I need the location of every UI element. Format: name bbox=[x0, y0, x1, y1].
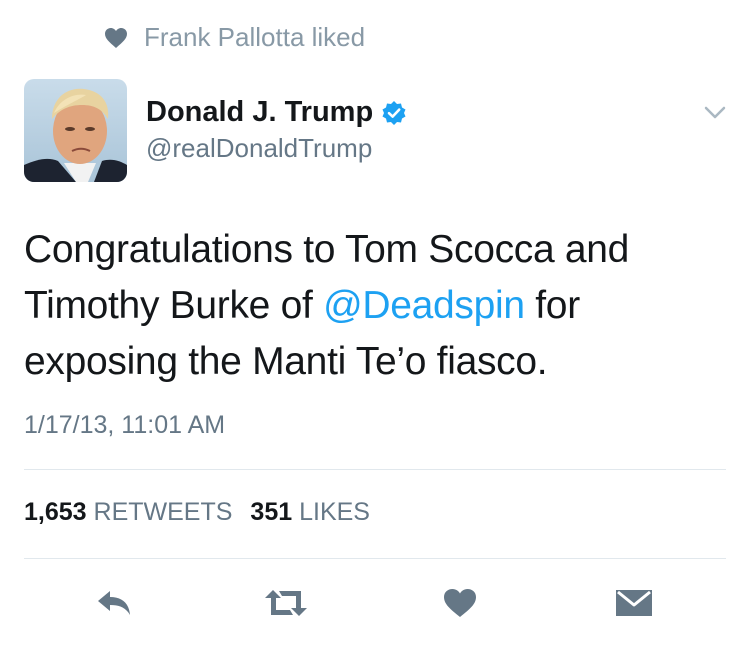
heart-icon bbox=[105, 27, 127, 48]
author-block[interactable]: Donald J. Trump @realDonaldTrump bbox=[146, 96, 407, 164]
retweet-button[interactable] bbox=[256, 578, 316, 628]
timestamp[interactable]: 1/17/13, 11:01 AM bbox=[24, 411, 225, 440]
likes-label: LIKES bbox=[299, 498, 370, 526]
action-bar bbox=[0, 578, 750, 628]
divider bbox=[24, 469, 726, 470]
likes-stat[interactable]: 351 LIKES bbox=[250, 498, 370, 526]
avatar[interactable] bbox=[24, 79, 127, 182]
reply-button[interactable] bbox=[84, 578, 144, 628]
retweet-icon bbox=[265, 590, 307, 616]
divider bbox=[24, 558, 726, 559]
display-name[interactable]: Donald J. Trump bbox=[146, 96, 373, 129]
engagement-stats: 1,653 RETWEETS 351 LIKES bbox=[24, 498, 370, 527]
mention-link[interactable]: @Deadspin bbox=[323, 284, 525, 327]
verified-badge-icon bbox=[382, 100, 406, 125]
likes-count: 351 bbox=[250, 498, 293, 526]
social-context: Frank Pallotta liked bbox=[104, 22, 365, 53]
handle: @realDonaldTrump bbox=[146, 133, 373, 163]
retweets-count: 1,653 bbox=[24, 498, 87, 526]
chevron-down-icon[interactable] bbox=[704, 106, 726, 120]
message-icon bbox=[616, 590, 652, 616]
tweet-text: Congratulations to Tom Scocca and Timoth… bbox=[24, 222, 724, 390]
like-icon bbox=[444, 589, 476, 617]
social-context-label: Frank Pallotta liked bbox=[144, 22, 366, 52]
like-button[interactable] bbox=[430, 578, 490, 628]
retweets-stat[interactable]: 1,653 RETWEETS bbox=[24, 498, 232, 526]
reply-icon bbox=[98, 591, 130, 615]
message-button[interactable] bbox=[604, 578, 664, 628]
avatar-image bbox=[24, 79, 127, 182]
retweets-label: RETWEETS bbox=[93, 498, 233, 526]
